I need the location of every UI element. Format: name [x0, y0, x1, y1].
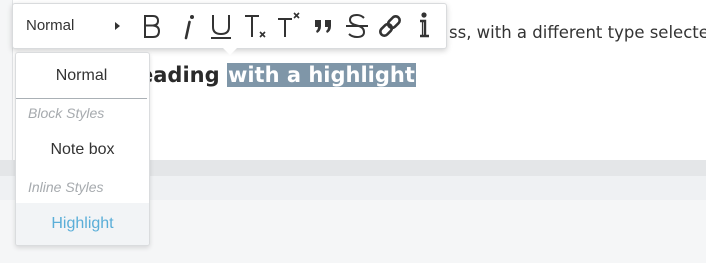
- underline-button[interactable]: [206, 10, 236, 42]
- subscript-icon: [245, 15, 266, 38]
- block-styles-heading: Block Styles: [28, 105, 105, 121]
- link-icon: [379, 15, 401, 37]
- dropdown-item-highlight-label: Highlight: [51, 215, 114, 232]
- superscript-icon: [278, 12, 300, 37]
- style-dropdown-menu: Normal Block Styles Note box Inline Styl…: [15, 52, 150, 246]
- quote-icon: [315, 20, 331, 33]
- bold-button[interactable]: [138, 10, 168, 42]
- caret-right-icon: [115, 22, 120, 30]
- style-select-value: Normal: [26, 17, 75, 34]
- info-button[interactable]: [409, 10, 439, 42]
- dropdown-item-normal[interactable]: Normal: [16, 53, 147, 99]
- dropdown-item-note-box[interactable]: Note box: [16, 141, 149, 159]
- strikethrough-icon: [346, 13, 368, 39]
- highlighted-selection: with a highlight: [226, 63, 416, 87]
- toolbar-pointer: [222, 47, 238, 55]
- heading-text-start: eading: [139, 63, 220, 87]
- style-select[interactable]: Normal: [13, 4, 135, 48]
- inline-styles-heading: Inline Styles: [28, 179, 104, 195]
- dropdown-item-normal-label: Normal: [55, 67, 108, 84]
- italic-icon: [184, 15, 194, 40]
- subscript-button[interactable]: [241, 10, 271, 42]
- heading-text: eading with a highlight: [139, 61, 416, 89]
- bold-icon: [144, 15, 161, 38]
- underline-icon: [211, 15, 231, 39]
- strikethrough-button[interactable]: [342, 10, 372, 42]
- superscript-button[interactable]: [274, 10, 304, 42]
- italic-button[interactable]: [173, 10, 203, 42]
- info-icon: [420, 12, 429, 38]
- paragraph-text: ss, with a different type selected: [449, 23, 706, 42]
- formatting-toolbar: Normal: [12, 3, 447, 49]
- blockquote-button[interactable]: [309, 10, 339, 42]
- dropdown-item-highlight[interactable]: Highlight: [16, 203, 149, 245]
- link-button[interactable]: [375, 10, 405, 42]
